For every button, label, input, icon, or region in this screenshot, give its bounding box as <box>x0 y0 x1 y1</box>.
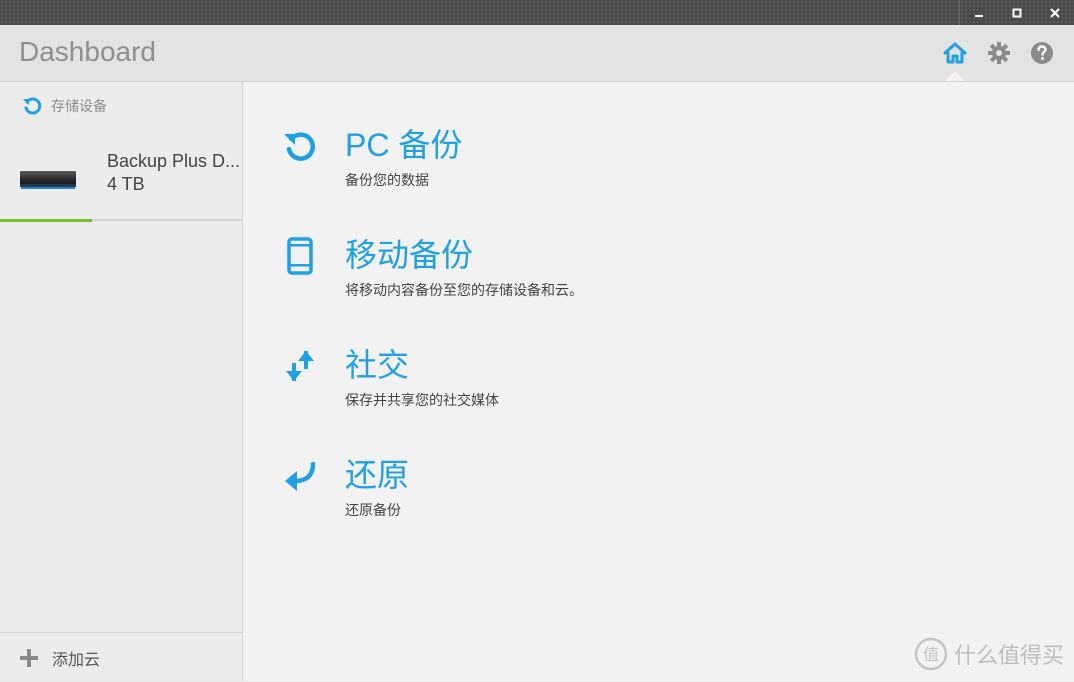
sidebar: 存储设备 Backup Plus D... 4 TB 添加云 <box>0 82 243 681</box>
return-arrow-icon <box>285 461 316 491</box>
app-header: Dashboard <box>0 25 1074 82</box>
feature-restore[interactable]: 还原 还原备份 <box>283 450 783 530</box>
home-icon <box>943 42 967 64</box>
svg-text:值: 值 <box>923 645 939 664</box>
feature-icon-wrap <box>283 126 317 166</box>
main-panel: PC 备份 备份您的数据 移动备份 将移动内容备份至您的存储设备和云。 社交 保… <box>243 82 1074 681</box>
device-size: 4 TB <box>107 174 145 194</box>
feature-mobile-backup[interactable]: 移动备份 将移动内容备份至您的存储设备和云。 <box>283 230 783 310</box>
storage-section-label: 存储设备 <box>51 99 107 115</box>
page-title: Dashboard <box>19 36 156 67</box>
gear-icon <box>988 42 1010 64</box>
feature-title: PC 备份 <box>345 127 463 163</box>
feature-social[interactable]: 社交 保存并共享您的社交媒体 <box>283 340 783 420</box>
feature-title: 社交 <box>345 347 410 383</box>
feature-title: 移动备份 <box>345 237 474 273</box>
help-icon <box>1031 42 1053 64</box>
feature-desc: 保存并共享您的社交媒体 <box>345 393 499 409</box>
device-active-indicator <box>0 219 92 222</box>
minimize-icon <box>975 14 983 17</box>
feature-pc-backup[interactable]: PC 备份 备份您的数据 <box>283 120 783 200</box>
close-button[interactable] <box>1036 0 1074 25</box>
feature-icon-wrap <box>283 456 317 496</box>
settings-button[interactable] <box>985 39 1013 67</box>
device-item[interactable]: Backup Plus D... 4 TB <box>0 138 242 220</box>
plus-icon <box>20 649 38 667</box>
feature-icon-wrap <box>283 236 317 276</box>
maximize-icon <box>1012 8 1022 17</box>
help-button[interactable] <box>1028 39 1056 67</box>
maximize-button[interactable] <box>998 0 1036 25</box>
swap-arrows-icon <box>286 351 314 381</box>
feature-desc: 还原备份 <box>345 503 401 519</box>
minimize-button[interactable] <box>960 0 998 25</box>
window-titlebar[interactable] <box>0 0 1074 25</box>
add-cloud-row: 添加云 <box>19 646 100 670</box>
active-tab-pointer <box>945 71 965 81</box>
refresh-icon <box>23 97 42 115</box>
feature-title: 还原 <box>345 457 410 493</box>
refresh-icon <box>284 132 315 161</box>
watermark: 值 什么值得买 <box>914 637 1064 671</box>
watermark-text: 什么值得买 <box>953 644 1064 669</box>
window-controls <box>959 0 1074 25</box>
home-button[interactable] <box>941 39 969 67</box>
add-cloud-button[interactable]: 添加云 <box>0 632 242 682</box>
watermark-logo: 值 <box>914 637 948 671</box>
feature-icon-wrap <box>283 346 317 386</box>
feature-desc: 将移动内容备份至您的存储设备和云。 <box>345 283 583 299</box>
feature-desc: 备份您的数据 <box>345 173 429 189</box>
storage-section-header: 存储设备 <box>22 96 107 116</box>
add-cloud-label: 添加云 <box>52 650 101 669</box>
phone-icon <box>287 237 313 275</box>
close-icon <box>1050 7 1060 18</box>
device-name: Backup Plus D... <box>107 151 241 171</box>
hard-drive-icon <box>20 171 76 189</box>
